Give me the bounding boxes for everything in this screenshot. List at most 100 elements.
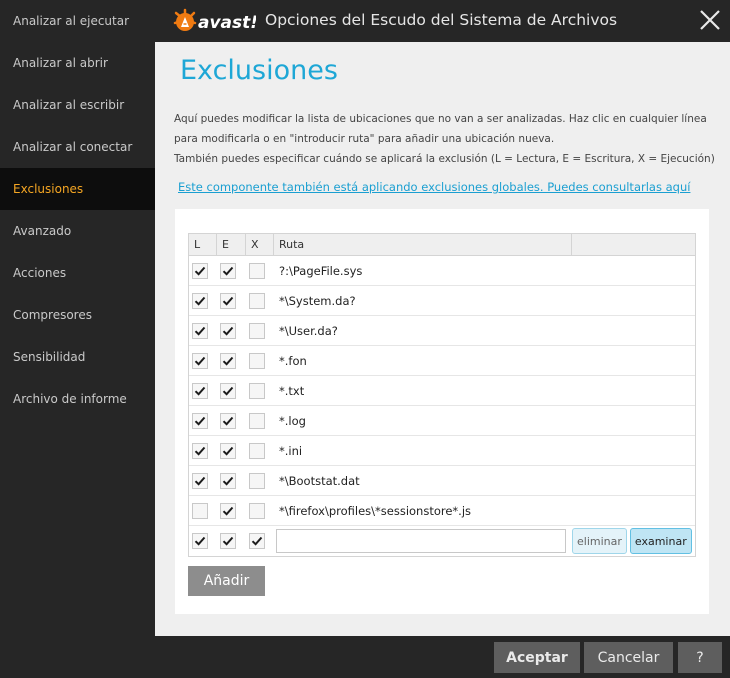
checkmark-icon	[194, 296, 206, 306]
checkmark-icon	[222, 356, 234, 366]
checkbox-e[interactable]	[220, 412, 236, 429]
edit-checkbox-x[interactable]	[249, 533, 265, 549]
checkmark-icon	[194, 416, 206, 426]
checkmark-icon	[222, 386, 234, 396]
table-row[interactable]: *\System.da?	[189, 286, 695, 316]
header-ruta[interactable]: Ruta	[274, 234, 572, 255]
checkbox-x[interactable]	[249, 262, 265, 279]
edit-checkbox-l[interactable]	[192, 533, 208, 549]
global-exclusions-link[interactable]: Este componente también está aplicando e…	[178, 180, 690, 194]
checkmark-icon	[222, 296, 234, 306]
cancel-button[interactable]: Cancelar	[584, 642, 673, 673]
delete-button[interactable]: eliminar	[572, 528, 627, 554]
checkbox-e[interactable]	[220, 442, 236, 459]
table-row[interactable]: *\User.da?	[189, 316, 695, 346]
checkbox-l[interactable]	[192, 502, 208, 519]
sidebar-item-compresores[interactable]: Compresores	[0, 294, 155, 336]
description-line-3: También puedes especificar cuándo se apl…	[174, 153, 715, 165]
checkbox-x[interactable]	[249, 412, 265, 429]
checkmark-icon	[222, 416, 234, 426]
row-path: *\User.da?	[279, 323, 338, 338]
checkmark-icon	[194, 446, 206, 456]
title-bar: avast! Opciones del Escudo del Sistema d…	[155, 0, 730, 42]
row-path: *\System.da?	[279, 293, 356, 308]
checkbox-l[interactable]	[192, 472, 208, 489]
sidebar-item-exclusiones[interactable]: Exclusiones	[0, 168, 155, 210]
checkmark-icon	[194, 326, 206, 336]
table-row[interactable]: ?:\PageFile.sys	[189, 256, 695, 286]
add-button[interactable]: Añadir	[188, 566, 265, 596]
description: Aquí puedes modificar la lista de ubicac…	[174, 109, 715, 169]
header-l[interactable]: L	[189, 234, 217, 255]
sidebar-item-analizar-al-conectar[interactable]: Analizar al conectar	[0, 126, 155, 168]
checkbox-x[interactable]	[249, 442, 265, 459]
checkbox-x[interactable]	[249, 292, 265, 309]
checkbox-e[interactable]	[220, 322, 236, 339]
checkmark-icon	[194, 476, 206, 486]
window-title: Opciones del Escudo del Sistema de Archi…	[265, 11, 618, 29]
sidebar-item-acciones[interactable]: Acciones	[0, 252, 155, 294]
header-x[interactable]: X	[246, 234, 274, 255]
row-path: *.log	[279, 413, 306, 428]
sidebar-nav: Analizar al ejecutar Analizar al abrir A…	[0, 0, 155, 442]
checkmark-icon	[222, 536, 234, 546]
browse-button[interactable]: examinar	[629, 528, 692, 554]
edit-checkbox-e[interactable]	[220, 533, 236, 549]
checkbox-e[interactable]	[220, 472, 236, 489]
help-button[interactable]: ?	[678, 642, 722, 673]
accept-button[interactable]: Aceptar	[494, 642, 580, 673]
checkbox-l[interactable]	[192, 322, 208, 339]
row-path: *.fon	[279, 353, 307, 368]
checkbox-e[interactable]	[220, 502, 236, 519]
sidebar-item-avanzado[interactable]: Avanzado	[0, 210, 155, 252]
table-row[interactable]: *\Bootstat.dat	[189, 466, 695, 496]
checkmark-icon	[222, 326, 234, 336]
table-row[interactable]: *\firefox\profiles\*sessionstore*.js	[189, 496, 695, 526]
checkbox-e[interactable]	[220, 262, 236, 279]
checkmark-icon	[222, 446, 234, 456]
edit-row: eliminar examinar	[189, 526, 695, 556]
sidebar-item-sensibilidad[interactable]: Sensibilidad	[0, 336, 155, 378]
row-path: *.txt	[279, 383, 305, 398]
description-line-2: para modificarla o en "introducir ruta" …	[174, 133, 555, 145]
table-row[interactable]: *.txt	[189, 376, 695, 406]
description-line-1: Aquí puedes modificar la lista de ubicac…	[174, 113, 707, 125]
checkmark-icon	[222, 506, 234, 516]
checkmark-icon	[222, 476, 234, 486]
checkmark-icon	[194, 386, 206, 396]
footer-bar: Aceptar Cancelar ?	[0, 636, 730, 678]
page-title: Exclusiones	[180, 55, 338, 86]
path-input[interactable]	[276, 529, 566, 553]
checkbox-e[interactable]	[220, 292, 236, 309]
header-e[interactable]: E	[217, 234, 246, 255]
checkbox-e[interactable]	[220, 352, 236, 369]
sidebar-item-analizar-al-escribir[interactable]: Analizar al escribir	[0, 84, 155, 126]
checkbox-l[interactable]	[192, 382, 208, 399]
checkbox-x[interactable]	[249, 322, 265, 339]
sidebar-item-archivo-de-informe[interactable]: Archivo de informe	[0, 378, 155, 420]
checkbox-x[interactable]	[249, 382, 265, 399]
table-header: L E X Ruta	[189, 234, 695, 256]
row-path: *\firefox\profiles\*sessionstore*.js	[279, 503, 472, 518]
header-actions	[572, 234, 695, 255]
checkbox-x[interactable]	[249, 352, 265, 369]
checkbox-l[interactable]	[192, 262, 208, 279]
checkbox-l[interactable]	[192, 442, 208, 459]
sidebar-item-analizar-al-abrir[interactable]: Analizar al abrir	[0, 42, 155, 84]
checkbox-l[interactable]	[192, 292, 208, 309]
checkbox-e[interactable]	[220, 382, 236, 399]
close-icon[interactable]	[698, 8, 722, 32]
checkbox-x[interactable]	[249, 502, 265, 519]
checkbox-l[interactable]	[192, 352, 208, 369]
table-row[interactable]: *.fon	[189, 346, 695, 376]
brand-wordmark: avast!	[198, 13, 256, 33]
checkmark-icon	[251, 536, 263, 546]
checkmark-icon	[194, 536, 206, 546]
table-row[interactable]: *.ini	[189, 436, 695, 466]
checkbox-x[interactable]	[249, 472, 265, 489]
checkbox-l[interactable]	[192, 412, 208, 429]
checkmark-icon	[194, 356, 206, 366]
sidebar-item-analizar-al-ejecutar[interactable]: Analizar al ejecutar	[0, 0, 155, 42]
table-row[interactable]: *.log	[189, 406, 695, 436]
checkmark-icon	[194, 266, 206, 276]
